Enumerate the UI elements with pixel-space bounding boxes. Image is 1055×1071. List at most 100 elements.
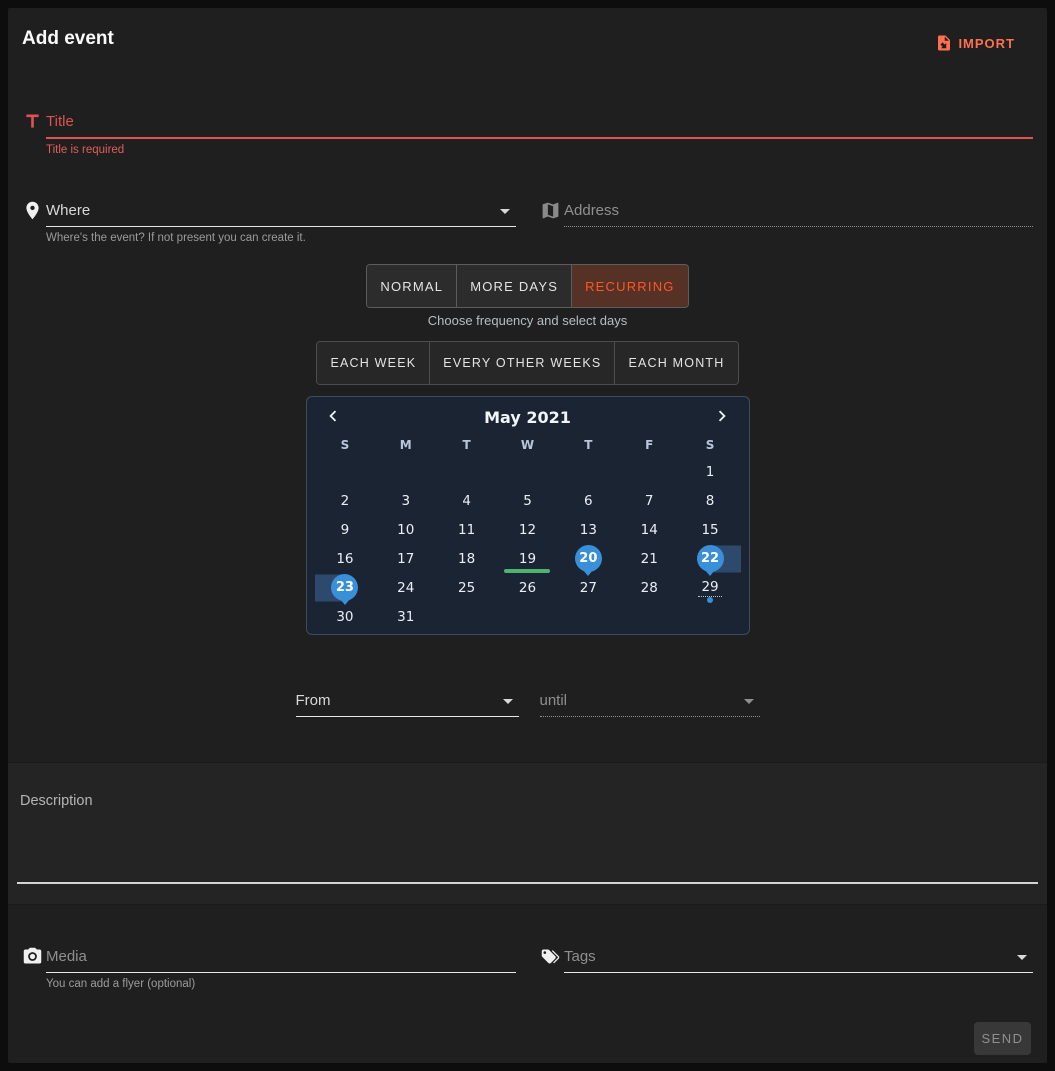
from-field: From bbox=[296, 690, 519, 717]
chevron-down-icon bbox=[503, 699, 513, 704]
calendar-day-header: S bbox=[315, 433, 376, 457]
calendar-header: May 2021 bbox=[315, 401, 741, 433]
media-field: Media You can add a flyer (optional) bbox=[22, 946, 516, 990]
calendar-day-empty bbox=[680, 602, 741, 631]
day-number: 6 bbox=[584, 493, 593, 509]
calendar-day-23[interactable]: 23 bbox=[315, 573, 376, 602]
calendar-day-14[interactable]: 14 bbox=[619, 515, 680, 544]
title-error: Title is required bbox=[46, 144, 1033, 156]
calendar-day-26[interactable]: 26 bbox=[497, 573, 558, 602]
media-input[interactable]: Media bbox=[46, 946, 516, 973]
address-placeholder: Address bbox=[564, 202, 619, 219]
title-field: Title Title is required bbox=[22, 111, 1033, 156]
calendar-day-2[interactable]: 2 bbox=[315, 486, 376, 515]
day-number: 1 bbox=[706, 464, 715, 480]
calendar-day-5[interactable]: 5 bbox=[497, 486, 558, 515]
tab-more-days[interactable]: MORE DAYS bbox=[456, 265, 571, 307]
calendar-day-28[interactable]: 28 bbox=[619, 573, 680, 602]
calendar-day-empty bbox=[619, 457, 680, 486]
title-placeholder: Title bbox=[46, 113, 74, 130]
calendar-day-31[interactable]: 31 bbox=[375, 602, 436, 631]
day-number: 25 bbox=[458, 580, 475, 596]
calendar-day-17[interactable]: 17 bbox=[375, 544, 436, 573]
import-button[interactable]: IMPORT bbox=[931, 32, 1019, 54]
calendar-day-8[interactable]: 8 bbox=[680, 486, 741, 515]
tab-normal[interactable]: NORMAL bbox=[367, 265, 456, 307]
from-label: From bbox=[296, 692, 331, 709]
time-range-row: From until bbox=[8, 690, 1047, 717]
tags-placeholder: Tags bbox=[564, 948, 596, 965]
calendar-day-18[interactable]: 18 bbox=[436, 544, 497, 573]
calendar-day-27[interactable]: 27 bbox=[558, 573, 619, 602]
calendar-day-header: F bbox=[619, 433, 680, 457]
calendar-day-empty bbox=[436, 602, 497, 631]
description-placeholder: Description bbox=[20, 793, 93, 809]
calendar-day-6[interactable]: 6 bbox=[558, 486, 619, 515]
day-number: 15 bbox=[701, 522, 718, 538]
calendar-day-10[interactable]: 10 bbox=[375, 515, 436, 544]
camera-icon bbox=[22, 946, 46, 990]
calendar-day-empty bbox=[315, 457, 376, 486]
tags-field: Tags bbox=[540, 946, 1033, 973]
until-placeholder: until bbox=[540, 692, 568, 709]
tag-multiple-icon bbox=[540, 946, 564, 973]
calendar-prev-button[interactable] bbox=[321, 405, 345, 429]
day-number: 11 bbox=[458, 522, 475, 538]
calendar-day-3[interactable]: 3 bbox=[375, 486, 436, 515]
calendar-day-30[interactable]: 30 bbox=[315, 602, 376, 631]
calendar-day-header: T bbox=[558, 433, 619, 457]
calendar-day-19[interactable]: 19 bbox=[497, 544, 558, 573]
where-helper: Where's the event? If not present you ca… bbox=[46, 232, 516, 244]
calendar-day-20[interactable]: 20 bbox=[558, 544, 619, 573]
calendar-next-button[interactable] bbox=[710, 405, 734, 429]
day-number: 2 bbox=[341, 493, 350, 509]
tags-select[interactable]: Tags bbox=[564, 946, 1033, 973]
tab-recurring[interactable]: RECURRING bbox=[571, 265, 688, 307]
tab-each-month[interactable]: EACH MONTH bbox=[614, 342, 737, 384]
from-select[interactable]: From bbox=[296, 690, 519, 717]
address-field: Address bbox=[540, 200, 1033, 227]
file-import-icon bbox=[935, 34, 953, 52]
calendar-day-21[interactable]: 21 bbox=[619, 544, 680, 573]
calendar-day-16[interactable]: 16 bbox=[315, 544, 376, 573]
calendar-day-11[interactable]: 11 bbox=[436, 515, 497, 544]
calendar-day-25[interactable]: 25 bbox=[436, 573, 497, 602]
day-number: 13 bbox=[580, 522, 597, 538]
calendar-day-4[interactable]: 4 bbox=[436, 486, 497, 515]
calendar-day-7[interactable]: 7 bbox=[619, 486, 680, 515]
calendar-day-24[interactable]: 24 bbox=[375, 573, 436, 602]
calendar-day-header: W bbox=[497, 433, 558, 457]
calendar-month-label: May 2021 bbox=[484, 408, 571, 427]
where-select[interactable]: Where bbox=[46, 200, 516, 227]
day-number: 27 bbox=[580, 580, 597, 596]
calendar-day-12[interactable]: 12 bbox=[497, 515, 558, 544]
day-number: 26 bbox=[519, 580, 536, 596]
calendar-day-1[interactable]: 1 bbox=[680, 457, 741, 486]
title-input[interactable]: Title bbox=[46, 111, 1033, 139]
selected-day-marker: 20 bbox=[575, 545, 602, 572]
event-type-tabs: NORMAL MORE DAYS RECURRING bbox=[366, 264, 688, 308]
calendar-day-29[interactable]: 29 bbox=[680, 573, 741, 602]
send-button[interactable]: SEND bbox=[974, 1022, 1031, 1055]
day-number: 17 bbox=[397, 551, 414, 567]
where-field: Where Where's the event? If not present … bbox=[22, 200, 516, 244]
calendar-day-22[interactable]: 22 bbox=[680, 544, 741, 573]
calendar-day-empty bbox=[558, 457, 619, 486]
tab-every-other-weeks[interactable]: EVERY OTHER WEEKS bbox=[429, 342, 614, 384]
day-number: 8 bbox=[706, 493, 715, 509]
until-select[interactable]: until bbox=[540, 690, 760, 717]
calendar-day-9[interactable]: 9 bbox=[315, 515, 376, 544]
until-field: until bbox=[540, 690, 760, 717]
calendar-day-13[interactable]: 13 bbox=[558, 515, 619, 544]
day-number: 4 bbox=[462, 493, 471, 509]
address-input[interactable]: Address bbox=[564, 200, 1033, 227]
chevron-down-icon bbox=[1017, 955, 1027, 960]
tab-each-week[interactable]: EACH WEEK bbox=[317, 342, 429, 384]
calendar-day-15[interactable]: 15 bbox=[680, 515, 741, 544]
day-number: 7 bbox=[645, 493, 654, 509]
calendar-day-empty bbox=[497, 457, 558, 486]
description-underline bbox=[17, 882, 1038, 884]
calendar-day-empty bbox=[558, 602, 619, 631]
map-marker-icon bbox=[22, 200, 46, 244]
description-input[interactable]: Description bbox=[8, 762, 1047, 905]
